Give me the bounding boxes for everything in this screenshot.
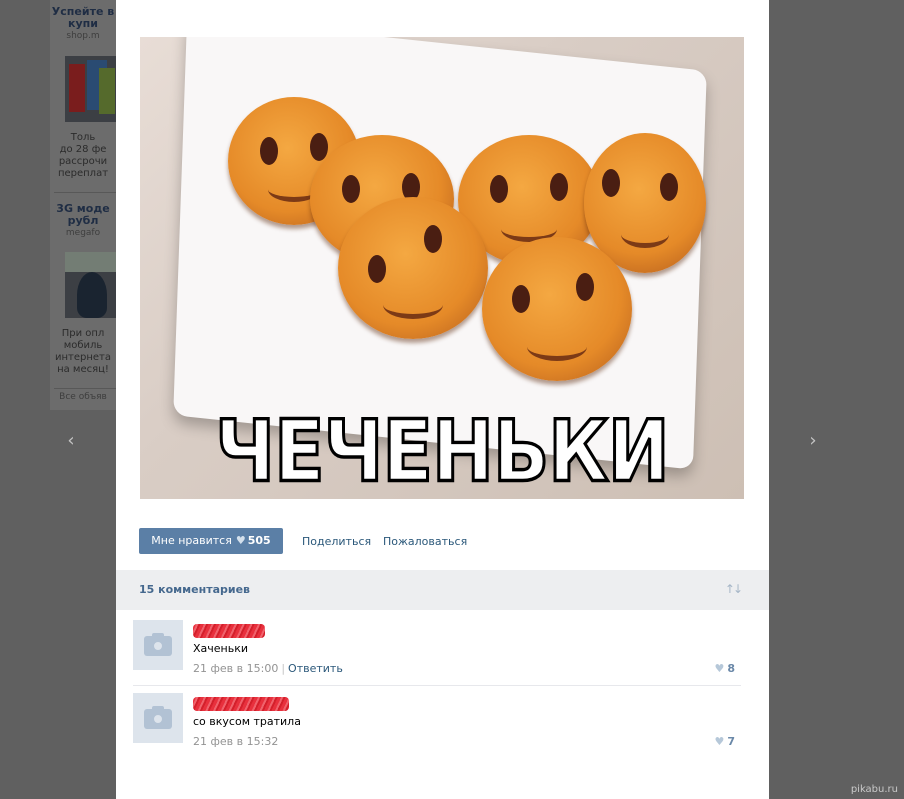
avatar[interactable] xyxy=(133,693,183,743)
comment-meta: 21 фев в 15:00 | Ответить xyxy=(193,662,343,675)
ad-block-1[interactable]: Успейте в купи shop.m xyxy=(50,6,116,42)
comment-text: Хаченьки xyxy=(193,642,249,655)
photo[interactable]: ЧЕЧЕНЬКИ xyxy=(140,37,744,499)
ad-title[interactable]: 3G моде рубл xyxy=(50,203,116,227)
author-name-redacted[interactable] xyxy=(193,697,289,711)
cookie-image xyxy=(338,197,488,339)
avatar[interactable] xyxy=(133,620,183,670)
cookie-image xyxy=(482,237,632,381)
next-photo-arrow-icon[interactable]: › xyxy=(807,432,819,450)
heart-icon: ♥ xyxy=(714,735,725,748)
watermark: pikabu.ru xyxy=(850,784,898,795)
ad-domain: shop.m xyxy=(66,31,100,41)
sort-order-icon[interactable]: ↑↓ xyxy=(725,582,743,596)
share-link[interactable]: Поделиться xyxy=(302,535,371,548)
ad-title[interactable]: Успейте в купи xyxy=(50,6,116,30)
photo-caption: ЧЕЧЕНЬКИ xyxy=(214,401,671,499)
author-name-redacted[interactable] xyxy=(193,624,265,638)
comment-like-count: 8 xyxy=(727,662,735,675)
comment-like-button[interactable]: ♥ 8 xyxy=(714,662,735,675)
ad-divider xyxy=(54,388,116,389)
photo-viewer: ЧЕЧЕНЬКИ Мне нравится ♥ 505 Поделиться Пож… xyxy=(116,0,769,799)
comment: со вкусом тратила 21 фев в 15:32 ♥ 7 xyxy=(133,693,741,759)
comment-meta: 21 фев в 15:32 xyxy=(193,735,278,748)
comments-header: 15 комментариев ↑↓ xyxy=(116,570,769,610)
comment-date[interactable]: 21 фев в 15:00 xyxy=(193,662,278,675)
like-button[interactable]: Мне нравится ♥ 505 xyxy=(139,528,283,554)
comment-date[interactable]: 21 фев в 15:32 xyxy=(193,735,278,748)
heart-icon: ♥ xyxy=(235,534,246,547)
ad-divider xyxy=(54,192,116,193)
ad-block-2[interactable]: 3G моде рубл megafo xyxy=(50,203,116,239)
comment-like-button[interactable]: ♥ 7 xyxy=(714,735,735,748)
comment: Хаченьки 21 фев в 15:00 | Ответить ♥ 8 xyxy=(133,620,741,686)
ad-thumbnail[interactable] xyxy=(65,56,116,122)
meta-separator: | xyxy=(281,662,286,675)
comments-count: 15 комментариев xyxy=(139,583,251,596)
like-count: 505 xyxy=(247,534,271,547)
prev-photo-arrow-icon[interactable]: ‹ xyxy=(65,432,77,450)
heart-icon: ♥ xyxy=(714,662,725,675)
comment-text: со вкусом тратила xyxy=(193,715,301,728)
ads-column: Успейте в купи shop.m Толь до 28 фе расс… xyxy=(50,0,116,410)
ad-description: При опл мобиль интернета на месяц! xyxy=(54,328,111,375)
report-link[interactable]: Пожаловаться xyxy=(383,535,467,548)
ad-domain: megafo xyxy=(65,228,101,238)
ad-description: Толь до 28 фе рассрочи переплат xyxy=(57,132,109,179)
like-label: Мне нравится xyxy=(151,534,232,547)
ad-thumbnail[interactable] xyxy=(65,252,116,318)
reply-link[interactable]: Ответить xyxy=(288,662,343,675)
all-ads-link[interactable]: Все объяв xyxy=(50,392,116,402)
comment-like-count: 7 xyxy=(727,735,735,748)
